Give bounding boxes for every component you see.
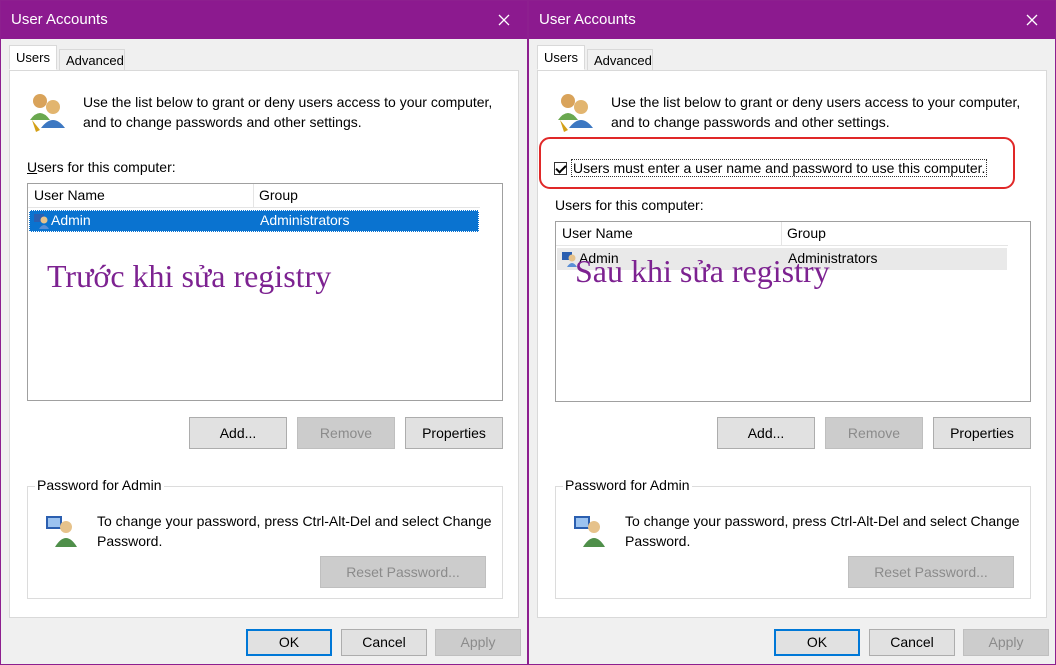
title-bar: User Accounts — [1, 1, 527, 39]
remove-button[interactable]: Remove — [297, 417, 395, 449]
cancel-button[interactable]: Cancel — [341, 629, 427, 656]
add-button[interactable]: Add... — [717, 417, 815, 449]
properties-button[interactable]: Properties — [405, 417, 503, 449]
list-header: User Name Group — [28, 184, 480, 208]
ok-button[interactable]: OK — [774, 629, 860, 656]
require-login-label[interactable]: Users must enter a user name and passwor… — [571, 159, 988, 177]
tab-advanced[interactable]: Advanced — [587, 49, 653, 71]
window-title: User Accounts — [11, 11, 108, 28]
users-list-label: Users for this computer: — [555, 197, 704, 213]
column-user-name[interactable]: User Name — [34, 187, 105, 203]
tab-users[interactable]: Users — [9, 45, 57, 70]
add-button[interactable]: Add... — [189, 417, 287, 449]
user-accounts-window-before: User Accounts Users Advanced Use the lis… — [0, 0, 528, 665]
close-button[interactable] — [481, 1, 527, 39]
password-group-title: Password for Admin — [563, 477, 692, 493]
column-group[interactable]: Group — [787, 225, 826, 241]
users-icon — [558, 94, 593, 132]
close-icon — [498, 14, 510, 26]
column-user-name[interactable]: User Name — [562, 225, 633, 241]
tab-advanced[interactable]: Advanced — [59, 49, 125, 71]
close-icon — [1026, 14, 1038, 26]
tab-users[interactable]: Users — [537, 45, 585, 70]
intro-text: Use the list below to grant or deny user… — [83, 94, 493, 130]
row-group: Administrators — [260, 212, 350, 228]
password-instructions: To change your password, press Ctrl-Alt-… — [97, 513, 492, 549]
users-listview[interactable]: User Name Group Admin Administrators Sau… — [555, 221, 1031, 402]
password-instructions: To change your password, press Ctrl-Alt-… — [625, 513, 1020, 549]
require-login-checkbox-row[interactable]: Users must enter a user name and passwor… — [554, 157, 1010, 179]
user-accounts-window-after: User Accounts Users Advanced Use the lis… — [528, 0, 1056, 665]
password-groupbox: Password for Admin To change your passwo… — [555, 477, 1031, 599]
intro-text: Use the list below to grant or deny user… — [611, 94, 1021, 130]
checkbox-checked-icon[interactable] — [554, 161, 567, 175]
users-listview[interactable]: User Name Group Admin Administrators Trư… — [27, 183, 503, 401]
properties-button[interactable]: Properties — [933, 417, 1031, 449]
ok-button[interactable]: OK — [246, 629, 332, 656]
user-icon — [34, 214, 49, 229]
apply-button[interactable]: Apply — [435, 629, 521, 656]
password-user-icon — [46, 516, 77, 547]
table-row[interactable]: Admin Administrators — [29, 210, 479, 232]
row-user-name: Admin — [51, 212, 91, 228]
users-icon — [30, 94, 65, 132]
list-header: User Name Group — [556, 222, 1008, 246]
users-list-label: Users for this computer: — [27, 159, 176, 175]
column-group[interactable]: Group — [259, 187, 298, 203]
reset-password-button[interactable]: Reset Password... — [320, 556, 486, 588]
remove-button[interactable]: Remove — [825, 417, 923, 449]
users-panel: Use the list below to grant or deny user… — [9, 70, 519, 618]
overlay-caption: Trước khi sửa registry — [47, 258, 332, 294]
window-title: User Accounts — [539, 11, 636, 28]
close-button[interactable] — [1009, 1, 1055, 39]
title-bar: User Accounts — [529, 1, 1055, 39]
password-group-title: Password for Admin — [35, 477, 164, 493]
column-separator[interactable] — [781, 222, 782, 246]
cancel-button[interactable]: Cancel — [869, 629, 955, 656]
users-list-label-text: sers for this computer: — [37, 159, 176, 175]
reset-password-button[interactable]: Reset Password... — [848, 556, 1014, 588]
overlay-caption: Sau khi sửa registry — [575, 253, 830, 289]
password-user-icon — [574, 516, 605, 547]
column-separator[interactable] — [253, 184, 254, 208]
users-panel: Use the list below to grant or deny user… — [537, 70, 1047, 618]
apply-button[interactable]: Apply — [963, 629, 1049, 656]
password-groupbox: Password for Admin To change your passwo… — [27, 477, 503, 599]
